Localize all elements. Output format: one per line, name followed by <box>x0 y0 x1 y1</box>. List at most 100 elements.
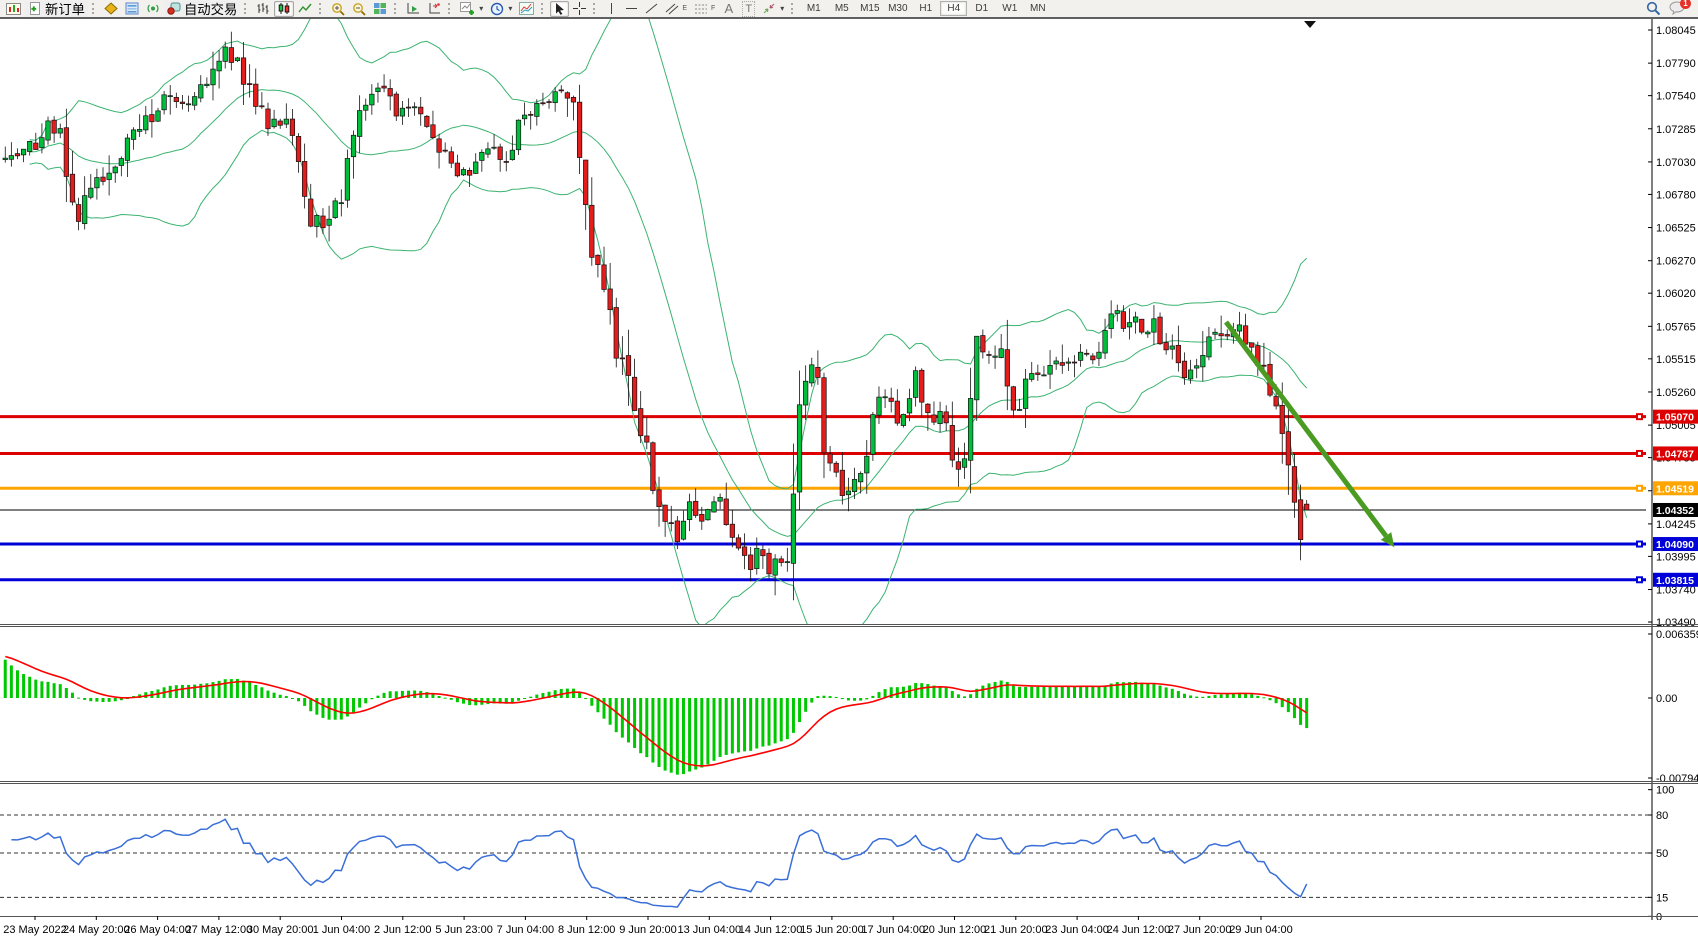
tf-w1-button[interactable]: W1 <box>996 1 1023 16</box>
tf-m5-button[interactable]: M5 <box>828 1 855 16</box>
tf-m1-button[interactable]: M1 <box>800 1 827 16</box>
candle-bull <box>186 104 191 105</box>
macd-histogram-bar <box>920 683 923 698</box>
macd-histogram-bar <box>535 695 538 698</box>
zoom-out-button[interactable] <box>349 1 369 17</box>
price-axis-layer: 0.0063590.00-0.00794910080501501.080451.… <box>1648 25 1698 920</box>
macd-histogram-bar <box>285 696 288 698</box>
tf-h1-button[interactable]: H1 <box>912 1 939 16</box>
macd-histogram-bar <box>59 684 62 698</box>
macd-histogram-bar <box>291 698 294 699</box>
tile-windows-button[interactable] <box>370 1 390 17</box>
candle-bear <box>1298 500 1303 540</box>
macd-histogram-bar <box>315 698 318 715</box>
rsi-line <box>11 819 1306 907</box>
equidistant-channel-tool[interactable]: E <box>662 1 690 17</box>
macd-histogram-bar <box>670 698 673 773</box>
notifications-button[interactable]: 1 <box>1669 1 1687 16</box>
signals-icon[interactable] <box>143 1 163 17</box>
tf-h4-button[interactable]: H4 <box>940 1 967 16</box>
chart-canvas[interactable]: 0.0063590.00-0.00794910080501501.080451.… <box>0 19 1698 920</box>
macd-histogram-bar <box>1165 687 1168 698</box>
tf-mn-button[interactable]: MN <box>1024 1 1051 16</box>
arrows-tool[interactable]: ▾ <box>759 1 787 17</box>
macd-histogram-bar <box>108 698 111 702</box>
candle-bear <box>1011 387 1016 410</box>
tf-m15-button[interactable]: M15 <box>856 1 883 16</box>
macd-histogram-bar <box>987 683 990 698</box>
price-axis-label: 1.05765 <box>1656 321 1696 333</box>
candle-bull <box>852 479 857 491</box>
macd-histogram-bar <box>1104 685 1107 698</box>
macd-histogram-bar <box>334 698 337 720</box>
price-axis-label: 1.06780 <box>1656 189 1696 201</box>
candle-bull <box>999 349 1004 358</box>
macd-histogram-bar <box>786 698 789 739</box>
time-axis-label: 5 Jun 23:00 <box>435 924 493 936</box>
macd-histogram-bar <box>303 698 306 706</box>
tf-d1-button[interactable]: D1 <box>968 1 995 16</box>
macd-histogram-bar <box>1073 687 1076 698</box>
trendline-tool[interactable] <box>642 1 661 17</box>
macd-histogram-bar <box>859 698 862 701</box>
candle-bear <box>1158 317 1163 344</box>
crosshair-tool-button[interactable] <box>570 1 589 17</box>
candle-bull <box>144 116 149 130</box>
candlestick-type-button[interactable] <box>274 1 294 17</box>
search-icon[interactable] <box>1646 1 1661 16</box>
macd-histogram-bar <box>450 698 453 700</box>
candle-bull <box>363 105 368 110</box>
candle-bull <box>113 167 118 173</box>
macd-histogram-bar <box>65 688 68 698</box>
candle-bull <box>223 47 228 61</box>
candle-bear <box>1219 334 1224 336</box>
cursor-tool-button[interactable] <box>550 1 569 17</box>
macd-histogram-bar <box>810 698 813 703</box>
macd-histogram-bar <box>554 690 557 698</box>
order-history-icon[interactable] <box>101 1 121 17</box>
auto-trading-button[interactable]: 自动交易 <box>164 1 240 17</box>
candle-bear <box>742 547 747 556</box>
chart-window-icon[interactable] <box>3 1 24 17</box>
text-tool[interactable]: A <box>719 1 738 17</box>
candle-bear <box>296 136 301 161</box>
macd-histogram-bar <box>609 698 612 725</box>
auto-scroll-button[interactable] <box>403 1 423 17</box>
horizontal-line-tool[interactable] <box>622 1 641 17</box>
rsi-panel-layer <box>0 815 1652 907</box>
macd-histogram-bar <box>719 698 722 757</box>
text-label-tool[interactable]: T <box>739 1 758 17</box>
toolbar-right: 1 <box>1646 1 1695 16</box>
candle-bear <box>895 401 900 423</box>
macd-histogram-bar <box>1091 687 1094 698</box>
toolbar-handle <box>92 3 96 14</box>
macd-histogram-bar <box>590 698 593 706</box>
toolbar-handle <box>791 3 795 14</box>
new-order-button[interactable]: 新订单 <box>25 1 88 17</box>
candle-bear <box>547 102 552 103</box>
periods-button[interactable]: ▾ <box>487 1 515 17</box>
price-axis-label: 1.07030 <box>1656 157 1696 169</box>
zoom-in-button[interactable] <box>328 1 348 17</box>
macd-histogram-bar <box>761 698 764 747</box>
candle-bull <box>82 196 87 224</box>
candle-bull <box>272 119 277 127</box>
candle-bull <box>1188 370 1193 379</box>
candle-bear <box>504 161 509 162</box>
templates-button[interactable] <box>516 1 537 17</box>
line-chart-type-button[interactable] <box>295 1 315 17</box>
macd-histogram-bar <box>321 698 324 718</box>
bar-chart-type-button[interactable] <box>253 1 273 17</box>
chevron-down-icon: ▾ <box>479 4 483 13</box>
vertical-line-tool[interactable] <box>602 1 621 17</box>
tf-m30-button[interactable]: M30 <box>884 1 911 16</box>
fibonacci-tool[interactable]: F <box>691 1 718 17</box>
macd-histogram-bar <box>22 674 25 698</box>
macd-histogram-bar <box>676 698 679 775</box>
indicators-button[interactable]: ▾ <box>457 1 486 17</box>
chart-shift-button[interactable] <box>424 1 444 17</box>
trend-arrow-object[interactable] <box>1226 322 1394 547</box>
candle-bull <box>370 94 375 105</box>
macd-histogram-bar <box>266 691 269 698</box>
market-watch-icon[interactable] <box>122 1 142 17</box>
